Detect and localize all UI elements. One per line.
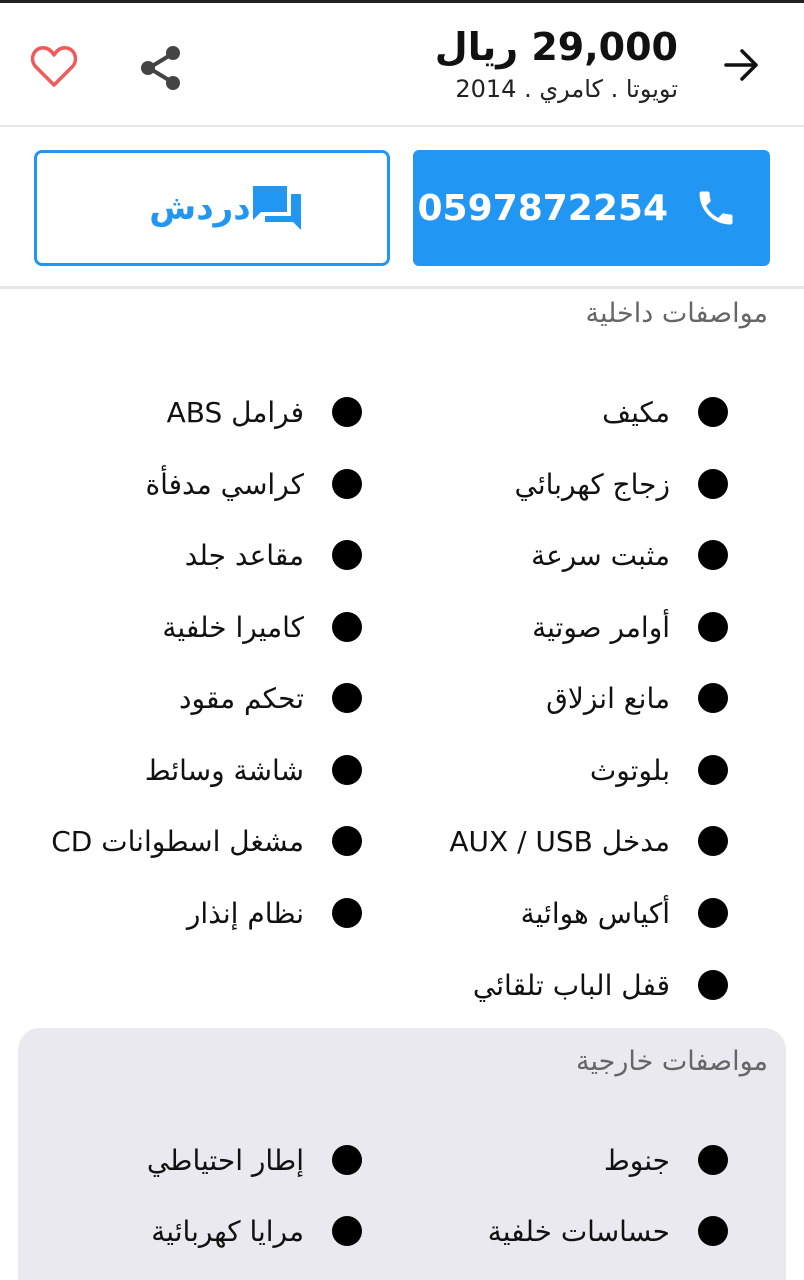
bullet-icon bbox=[698, 612, 728, 642]
chat-label: دردش bbox=[149, 188, 251, 228]
chat-icon bbox=[251, 184, 303, 232]
heart-icon bbox=[30, 46, 78, 87]
share-button[interactable] bbox=[136, 41, 186, 95]
exterior-specs-title: مواصفات خارجية bbox=[576, 1046, 768, 1077]
bullet-icon bbox=[332, 898, 362, 928]
feature-item: قفل الباب تلقائي bbox=[473, 960, 728, 1010]
bullet-icon bbox=[332, 540, 362, 570]
call-button[interactable]: 0597872254 bbox=[413, 150, 770, 266]
car-subtitle: تويوتا . كامري . 2014 bbox=[455, 75, 678, 103]
bullet-icon bbox=[698, 898, 728, 928]
bullet-icon bbox=[332, 1216, 362, 1246]
feature-item: مانع انزلاق bbox=[546, 673, 728, 723]
bullet-icon bbox=[332, 397, 362, 427]
feature-item: حساسات خلفية bbox=[488, 1206, 728, 1256]
bullet-icon bbox=[698, 469, 728, 499]
interior-specs-title: مواصفات داخلية bbox=[585, 298, 768, 329]
phone-icon bbox=[699, 191, 733, 225]
bullet-icon bbox=[332, 826, 362, 856]
bullet-icon bbox=[332, 755, 362, 785]
feature-item: مشغل اسطوانات CD bbox=[42, 816, 362, 866]
interior-specs-section: مواصفات داخلية مكيف فرامل ABS زجاج كهربا… bbox=[0, 292, 804, 1022]
feature-item: جنوط bbox=[604, 1135, 728, 1185]
bullet-icon bbox=[698, 683, 728, 713]
bullet-icon bbox=[332, 612, 362, 642]
feature-item: مثبت سرعة bbox=[531, 530, 728, 580]
bullet-icon bbox=[698, 540, 728, 570]
feature-item: بلوتوث bbox=[590, 745, 728, 795]
phone-number: 0597872254 bbox=[417, 187, 669, 229]
bullet-icon bbox=[698, 826, 728, 856]
arrow-right-icon bbox=[724, 49, 758, 81]
back-button[interactable] bbox=[720, 43, 764, 87]
bullet-icon bbox=[332, 1145, 362, 1175]
feature-item: فرامل ABS bbox=[167, 387, 362, 437]
feature-item: شاشة وسائط bbox=[145, 745, 362, 795]
bullet-icon bbox=[698, 397, 728, 427]
feature-item: تحكم مقود bbox=[179, 673, 362, 723]
feature-item: إطار احتياطي bbox=[147, 1135, 362, 1185]
favorite-button[interactable] bbox=[28, 41, 80, 93]
header-bar: 29,000 ريال تويوتا . كامري . 2014 bbox=[0, 3, 804, 127]
feature-item: كاميرا خلفية bbox=[162, 602, 362, 652]
bullet-icon bbox=[698, 970, 728, 1000]
feature-item: زجاج كهربائي bbox=[515, 459, 728, 509]
exterior-specs-section: مواصفات خارجية جنوط إطار احتياطي حساسات … bbox=[18, 1028, 786, 1280]
feature-item: مكيف bbox=[602, 387, 728, 437]
bullet-icon bbox=[698, 1145, 728, 1175]
chat-button[interactable]: دردش bbox=[34, 150, 390, 266]
price: 29,000 ريال bbox=[434, 25, 678, 69]
feature-item: أوامر صوتية bbox=[532, 602, 728, 652]
feature-item: كراسي مدفأة bbox=[145, 459, 362, 509]
feature-item: أكياس هوائية bbox=[521, 888, 728, 938]
feature-item: مقاعد جلد bbox=[185, 530, 362, 580]
contact-actions: 0597872254 دردش bbox=[0, 129, 804, 289]
share-icon bbox=[141, 46, 180, 90]
feature-item: نظام إنذار bbox=[187, 888, 362, 938]
bullet-icon bbox=[332, 469, 362, 499]
feature-item: مدخل AUX / USB bbox=[449, 816, 728, 866]
bullet-icon bbox=[332, 683, 362, 713]
bullet-icon bbox=[698, 755, 728, 785]
bullet-icon bbox=[698, 1216, 728, 1246]
feature-item: مرايا كهربائية bbox=[151, 1206, 362, 1256]
